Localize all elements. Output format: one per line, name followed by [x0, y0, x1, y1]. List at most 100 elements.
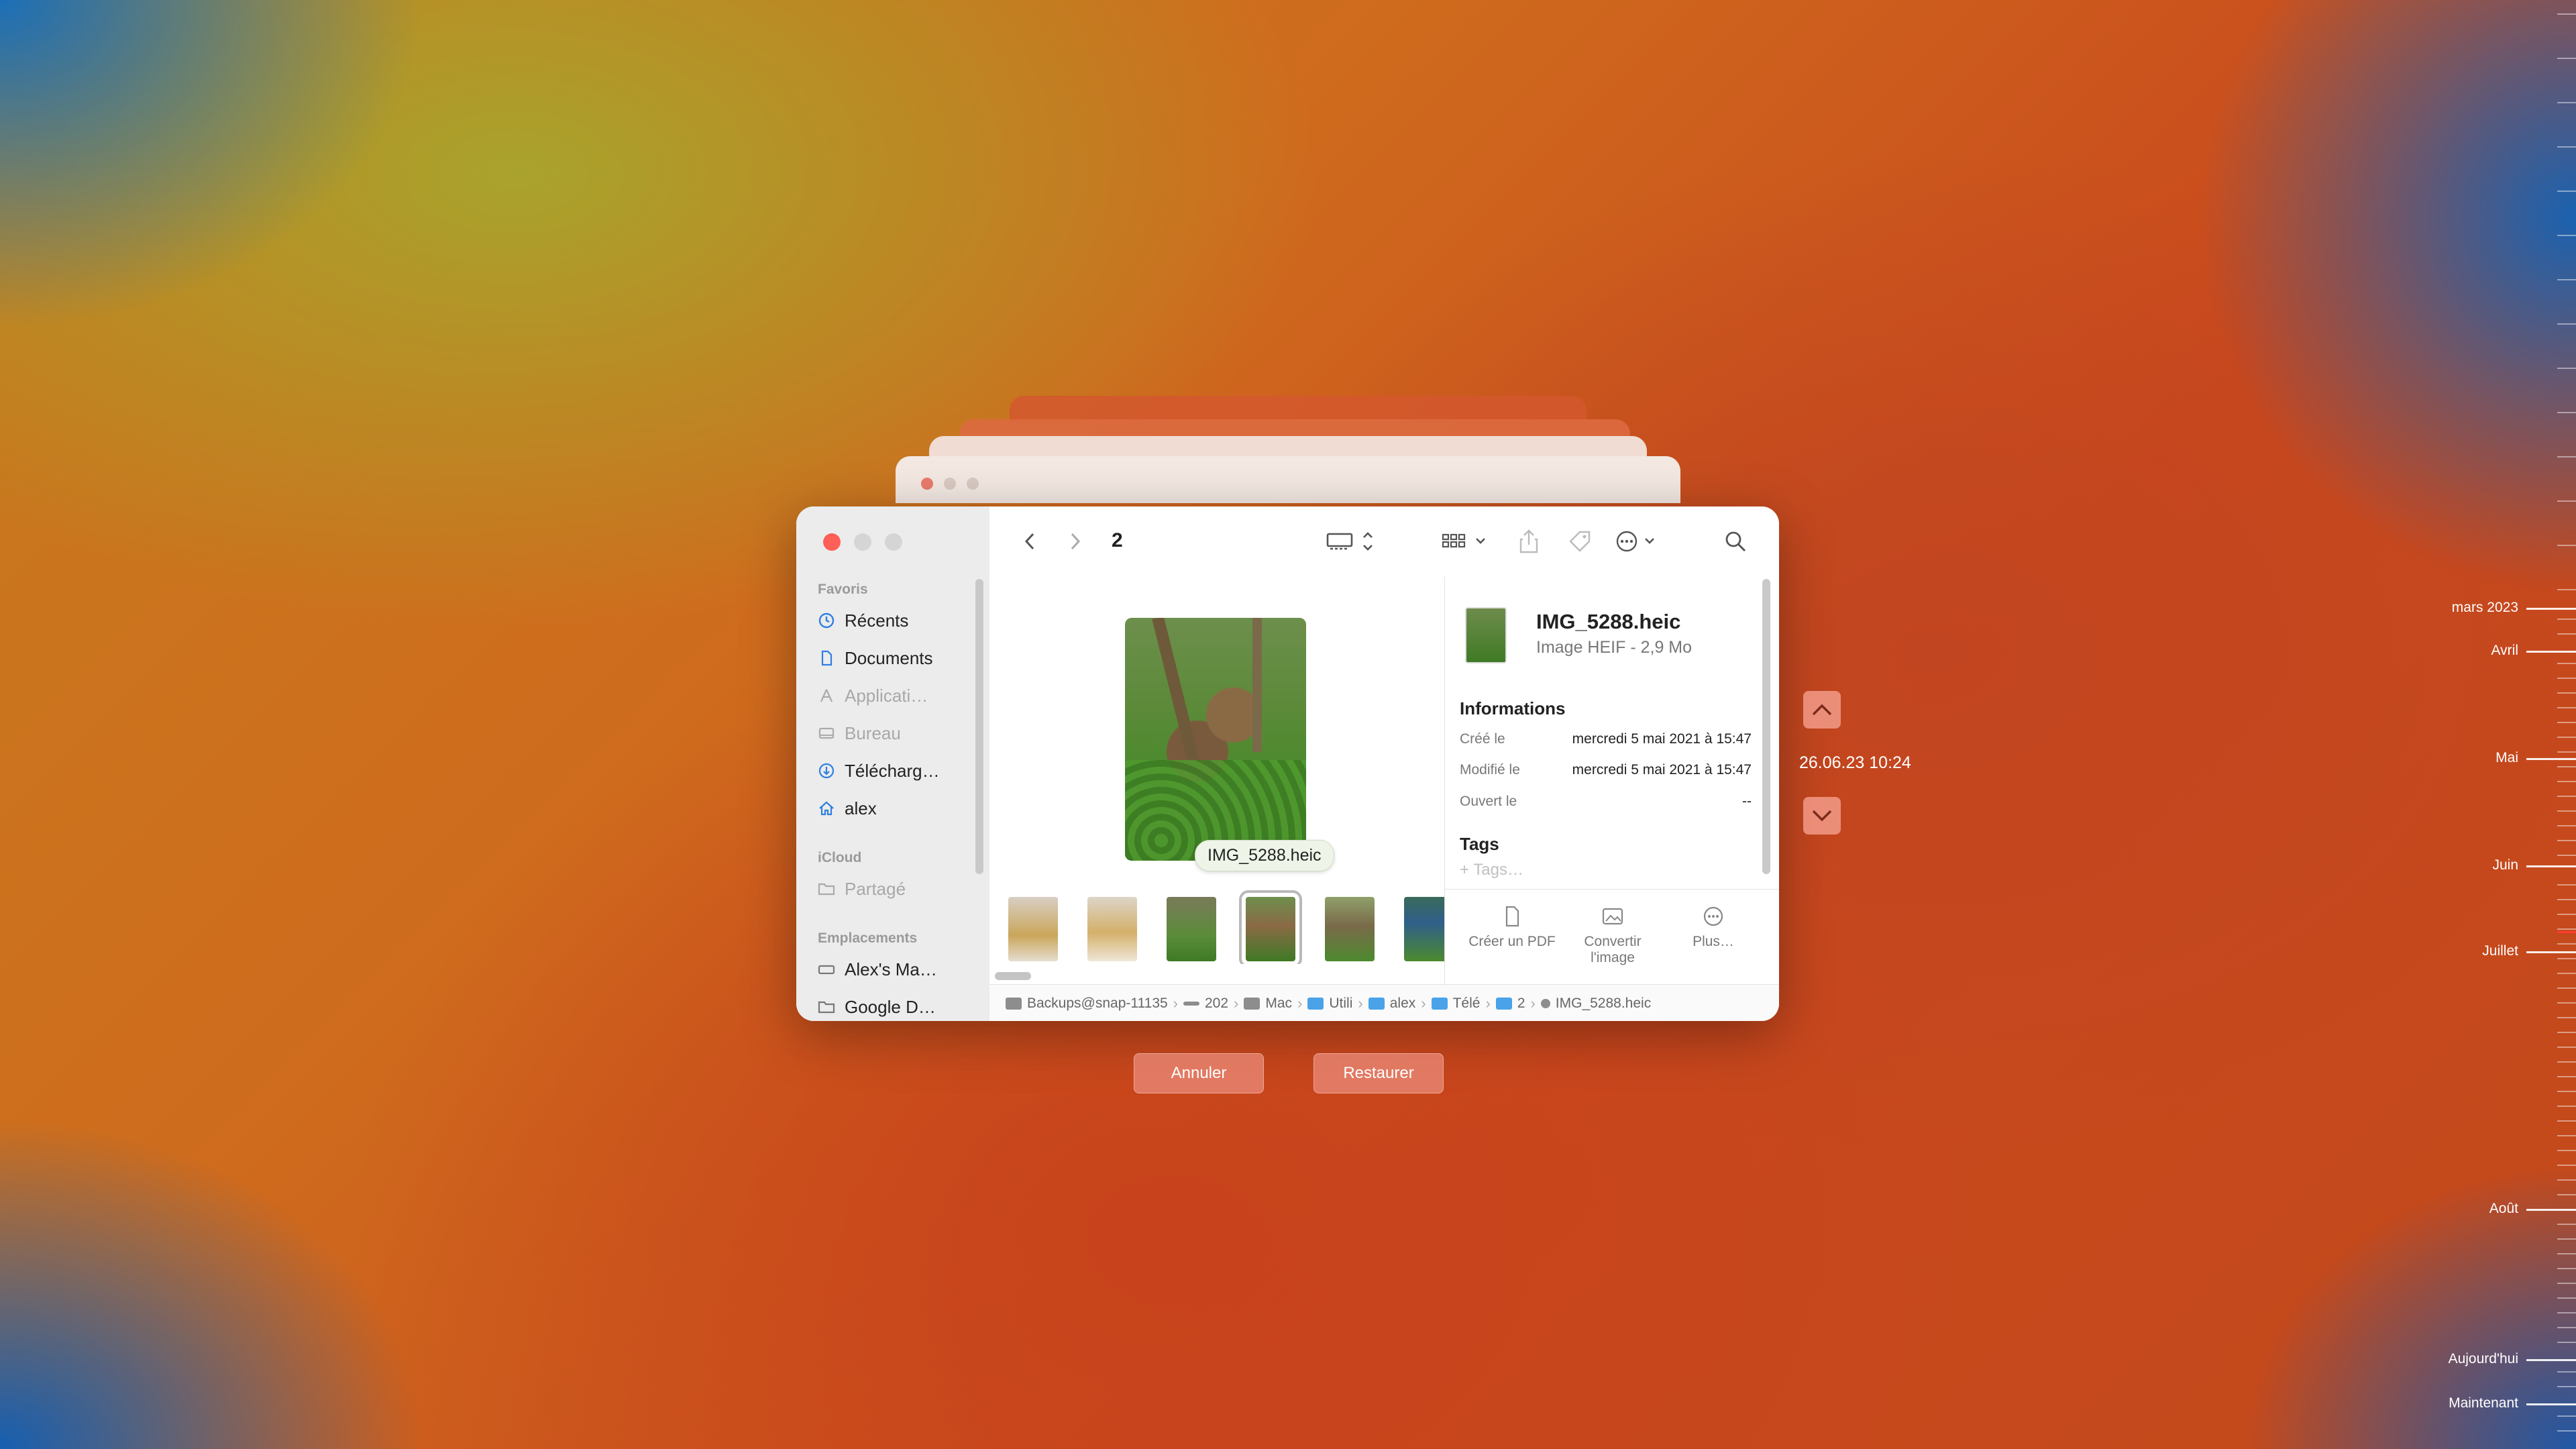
timeline-label[interactable]: Août	[2489, 1201, 2518, 1217]
chevron-up-icon	[1812, 704, 1832, 716]
gallery-view-icon	[1326, 532, 1373, 551]
drive-icon	[1244, 997, 1260, 1010]
timeline-minor-tick	[2557, 1268, 2576, 1269]
path-label: Mac	[1265, 995, 1293, 1011]
share-button[interactable]	[1514, 527, 1544, 556]
thumbnail-selected[interactable]	[1239, 890, 1302, 964]
folder-icon	[1368, 997, 1385, 1010]
timeline-minor-tick	[2557, 146, 2576, 148]
time-machine-timeline[interactable]: mars 2023 Avril Mai Juin Juillet Août Au…	[2388, 0, 2576, 1449]
quick-actions: Créer un PDF Convertir l'image Plus…	[1445, 889, 1779, 985]
timeline-label[interactable]: Aujourd'hui	[2449, 1351, 2518, 1367]
chevron-right-icon: ›	[1173, 994, 1178, 1012]
minimize-button[interactable]	[854, 533, 871, 551]
previous-snapshot-button[interactable]	[1803, 691, 1841, 729]
sidebar-item-google-drive[interactable]: Google D…	[816, 992, 936, 1021]
file-icon	[1540, 998, 1550, 1008]
zoom-button[interactable]	[885, 533, 902, 551]
timeline-minor-tick	[2557, 1371, 2576, 1373]
path-segment[interactable]: Utili	[1307, 996, 1352, 1012]
timeline-minor-tick	[2557, 943, 2576, 945]
sidebar-item-mac-disk[interactable]: Alex's Ma…	[816, 955, 937, 984]
view-mode-button[interactable]	[1325, 527, 1379, 556]
chevron-down-icon	[1812, 810, 1832, 822]
action-label: Plus…	[1693, 934, 1734, 949]
create-pdf-button[interactable]: Créer un PDF	[1465, 903, 1559, 950]
tag-icon	[1569, 531, 1591, 552]
tags-input[interactable]: + Tags…	[1460, 861, 1523, 879]
timeline-label[interactable]: mars 2023	[2452, 600, 2518, 616]
timeline-minor-tick	[2557, 1253, 2576, 1254]
path-segment[interactable]: Télé	[1431, 996, 1480, 1012]
sidebar-item-applications[interactable]: Applicati…	[816, 681, 928, 710]
thumbnail[interactable]	[1087, 897, 1137, 961]
close-button[interactable]	[823, 533, 841, 551]
info-row-created: Créé le mercredi 5 mai 2021 à 15:47	[1460, 731, 1752, 747]
thumbnail[interactable]	[1008, 897, 1058, 961]
sidebar-item-downloads[interactable]: Télécharg…	[816, 756, 940, 786]
search-button[interactable]	[1721, 527, 1750, 556]
timeline-label[interactable]: Juin	[2492, 857, 2518, 873]
more-actions-button[interactable]	[1613, 527, 1667, 556]
restore-button[interactable]: Restaurer	[1313, 1053, 1444, 1093]
timeline-minor-tick	[2557, 884, 2576, 885]
timeline-tick[interactable]	[2526, 1359, 2576, 1361]
info-scrollbar[interactable]	[1762, 579, 1770, 874]
sidebar-item-documents[interactable]: Documents	[816, 643, 933, 673]
sidebar-item-shared[interactable]: Partagé	[816, 874, 906, 904]
timeline-minor-tick	[2557, 58, 2576, 59]
more-actions-button[interactable]: Plus…	[1666, 903, 1760, 950]
timeline-minor-tick	[2557, 323, 2576, 325]
cancel-button[interactable]: Annuler	[1134, 1053, 1264, 1093]
timeline-label[interactable]: Avril	[2491, 643, 2518, 659]
timeline-label[interactable]: Juillet	[2482, 943, 2518, 959]
back-button[interactable]	[1016, 527, 1043, 556]
timeline-minor-tick	[2557, 1135, 2576, 1136]
timeline-minor-tick	[2557, 751, 2576, 753]
next-snapshot-button[interactable]	[1803, 797, 1841, 835]
timeline-label[interactable]: Maintenant	[2449, 1395, 2518, 1411]
timeline-tick[interactable]	[2526, 651, 2576, 653]
sidebar-item-desktop[interactable]: Bureau	[816, 718, 901, 748]
forward-button[interactable]	[1062, 527, 1089, 556]
background-snapshot-window[interactable]	[896, 456, 1680, 503]
path-segment[interactable]: 2	[1495, 996, 1525, 1012]
timeline-tick[interactable]	[2526, 1209, 2576, 1211]
folder-icon	[1307, 997, 1324, 1010]
timeline-tick[interactable]	[2526, 758, 2576, 760]
convert-image-button[interactable]: Convertir l'image	[1566, 903, 1660, 966]
path-segment[interactable]: IMG_5288.heic	[1540, 996, 1651, 1012]
sidebar-item-recents[interactable]: Récents	[816, 606, 908, 635]
window-controls	[823, 533, 902, 551]
horizontal-scrollbar[interactable]	[995, 972, 1031, 980]
chevron-right-icon: ›	[1297, 994, 1303, 1012]
path-segment[interactable]: Mac	[1244, 996, 1292, 1012]
sidebar-scrollbar[interactable]	[975, 579, 983, 874]
thumbnail[interactable]	[1404, 897, 1444, 961]
timeline-minor-tick	[2557, 707, 2576, 708]
timeline-label[interactable]: Mai	[2496, 750, 2518, 766]
chevron-right-icon: ›	[1485, 994, 1491, 1012]
timeline-minor-tick	[2557, 1224, 2576, 1225]
image-preview[interactable]	[1125, 618, 1306, 861]
path-label: 202	[1205, 995, 1229, 1011]
group-button[interactable]	[1439, 527, 1493, 556]
timeline-tick[interactable]	[2526, 951, 2576, 953]
chevron-right-icon: ›	[1234, 994, 1239, 1012]
timeline-tick[interactable]	[2526, 608, 2576, 610]
thumbnail[interactable]	[1325, 897, 1375, 961]
tag-button[interactable]	[1565, 527, 1595, 556]
path-segment[interactable]: Backups@snap-11135	[1006, 996, 1168, 1012]
timeline-minor-tick	[2557, 1312, 2576, 1313]
timeline-minor-tick	[2557, 825, 2576, 826]
timeline-tick[interactable]	[2526, 865, 2576, 867]
sidebar-item-home[interactable]: alex	[816, 794, 877, 823]
info-row-opened: Ouvert le --	[1460, 794, 1752, 810]
timeline-minor-tick	[2557, 1165, 2576, 1166]
path-segment[interactable]: 202	[1183, 996, 1228, 1012]
timeline-tick[interactable]	[2526, 1403, 2576, 1405]
path-segment[interactable]: alex	[1368, 996, 1415, 1012]
thumbnail[interactable]	[1167, 897, 1216, 961]
timeline-minor-tick	[2557, 737, 2576, 738]
timeline-minor-tick	[2557, 500, 2576, 502]
